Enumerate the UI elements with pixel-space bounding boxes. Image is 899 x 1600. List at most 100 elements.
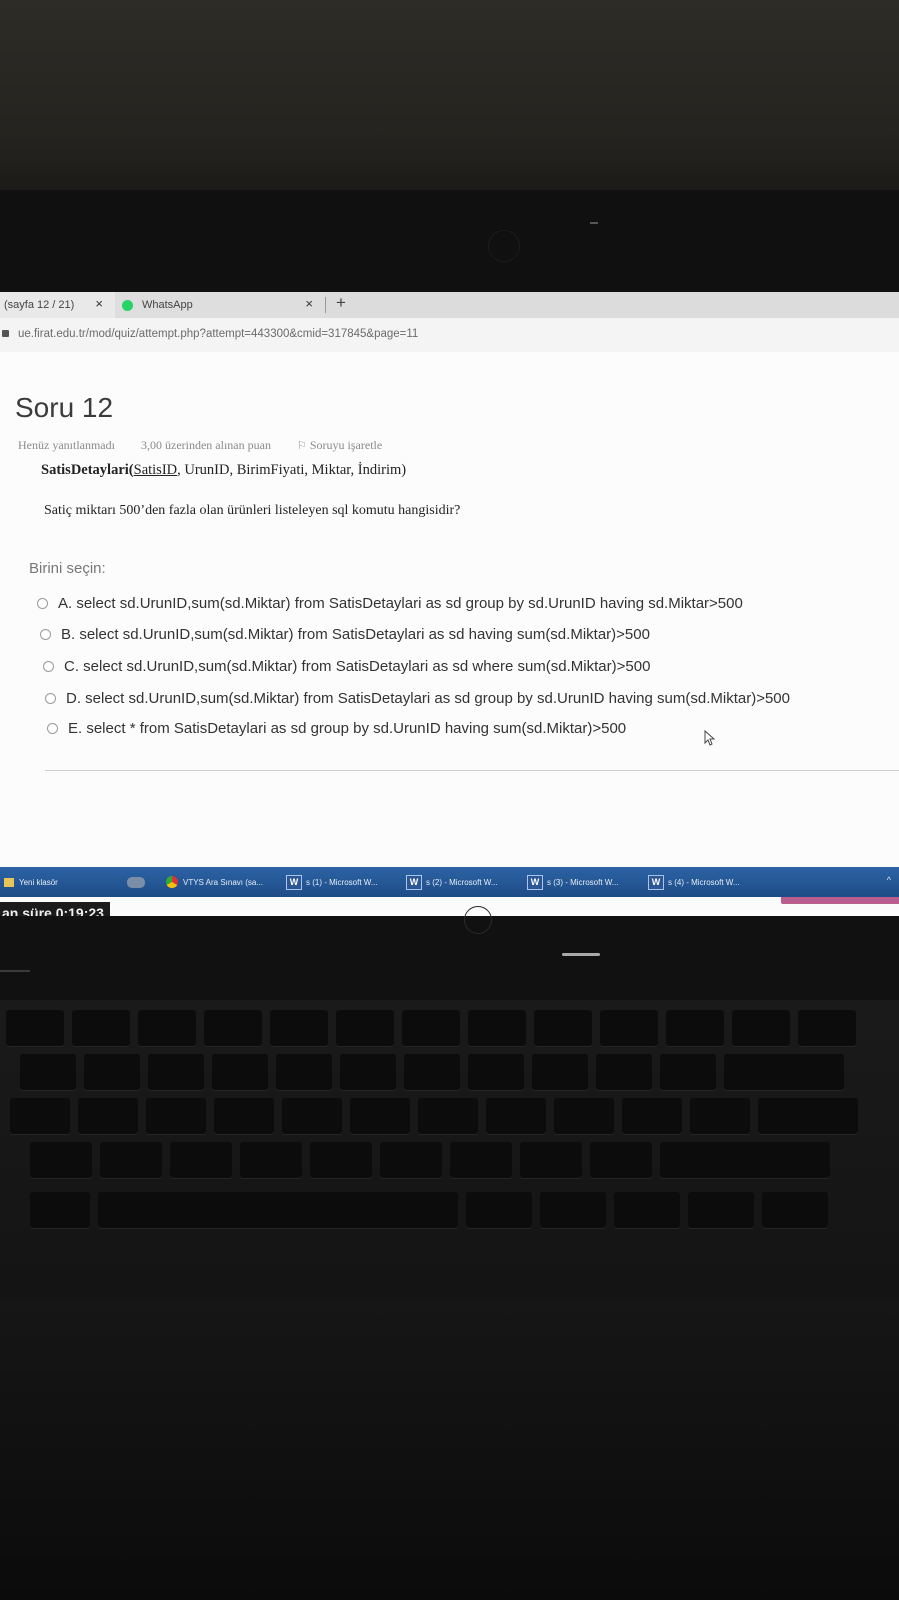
hinge-highlight xyxy=(562,953,600,956)
key xyxy=(554,1098,614,1134)
radio-button[interactable] xyxy=(40,629,51,640)
radio-button[interactable] xyxy=(47,723,58,734)
key xyxy=(336,1010,394,1046)
key xyxy=(762,1192,828,1228)
key xyxy=(596,1054,652,1090)
windows-taskbar: Yeni klasör VTYS Ara Sınavı (sa... W s (… xyxy=(0,867,899,897)
taskbar-item-chrome[interactable]: VTYS Ara Sınavı (sa... xyxy=(166,873,263,891)
laptop-top-bezel xyxy=(0,190,899,298)
key xyxy=(534,1010,592,1046)
option-label: D. select sd.UrunID,sum(sd.Miktar) from … xyxy=(66,690,790,707)
laptop-lower-bezel xyxy=(0,916,899,1000)
word-icon: W xyxy=(286,874,302,890)
key xyxy=(20,1054,76,1090)
taskbar-item-word-3[interactable]: W s (3) - Microsoft W... xyxy=(527,873,619,891)
key xyxy=(340,1054,396,1090)
key xyxy=(540,1192,606,1228)
key xyxy=(72,1010,130,1046)
table-schema: SatisDetaylari(SatisID, UrunID, BirimFiy… xyxy=(41,462,406,479)
system-tray[interactable]: ^ xyxy=(887,875,891,885)
key xyxy=(10,1098,70,1134)
keyboard-row xyxy=(20,1054,844,1090)
key xyxy=(798,1010,856,1046)
app-icon xyxy=(127,876,145,888)
key xyxy=(350,1098,410,1134)
close-icon[interactable]: × xyxy=(95,296,103,311)
taskbar-label: s (3) - Microsoft W... xyxy=(547,877,619,887)
radio-button[interactable] xyxy=(45,693,56,704)
key xyxy=(450,1142,512,1178)
key xyxy=(30,1192,90,1228)
flag-question-link[interactable]: ⚐ Soruyu işaretle xyxy=(297,438,382,453)
key xyxy=(78,1098,138,1134)
key xyxy=(270,1010,328,1046)
flag-label: Soruyu işaretle xyxy=(309,438,383,452)
keyboard-row xyxy=(6,1010,856,1046)
tab-whatsapp[interactable]: WhatsApp × xyxy=(115,292,325,318)
option-b[interactable]: B. select sd.UrunID,sum(sd.Miktar) from … xyxy=(40,626,650,643)
lock-icon xyxy=(2,330,9,337)
key xyxy=(240,1142,302,1178)
key xyxy=(204,1010,262,1046)
option-label: E. select * from SatisDetaylari as sd gr… xyxy=(68,720,627,737)
key xyxy=(590,1142,652,1178)
answer-status: Henüz yanıtlanmadı xyxy=(18,438,115,452)
option-d[interactable]: D. select sd.UrunID,sum(sd.Miktar) from … xyxy=(45,690,790,707)
taskbar-label: s (1) - Microsoft W... xyxy=(306,877,378,887)
key xyxy=(170,1142,232,1178)
key xyxy=(402,1010,460,1046)
schema-columns: , UrunID, BirimFiyati, Miktar, İndirim) xyxy=(177,462,407,478)
key xyxy=(666,1010,724,1046)
new-tab-button[interactable]: + xyxy=(336,293,346,313)
hinge-edge xyxy=(0,970,30,972)
key xyxy=(622,1098,682,1134)
address-bar[interactable]: ue.firat.edu.tr/mod/quiz/attempt.php?att… xyxy=(0,318,899,353)
key xyxy=(660,1142,830,1178)
quiz-page: Soru 12 Henüz yanıtlanmadı 3,00 üzerinde… xyxy=(0,352,899,916)
tray-up-arrow-icon[interactable]: ^ xyxy=(887,875,891,885)
taskbar-item-word-1[interactable]: W s (1) - Microsoft W... xyxy=(286,873,378,891)
option-e[interactable]: E. select * from SatisDetaylari as sd gr… xyxy=(47,720,626,737)
option-label: A. select sd.UrunID,sum(sd.Miktar) from … xyxy=(58,595,743,612)
key xyxy=(486,1098,546,1134)
key xyxy=(404,1054,460,1090)
taskbar-label: s (4) - Microsoft W... xyxy=(668,877,740,887)
key xyxy=(84,1054,140,1090)
question-text: Satiç miktarı 500’den fazla olan ürünler… xyxy=(44,503,461,518)
key xyxy=(468,1010,526,1046)
option-a[interactable]: A. select sd.UrunID,sum(sd.Miktar) from … xyxy=(37,595,743,612)
keyboard-row xyxy=(10,1098,858,1134)
close-icon[interactable]: × xyxy=(305,296,313,311)
key xyxy=(6,1010,64,1046)
key xyxy=(146,1098,206,1134)
radio-button[interactable] xyxy=(43,661,54,672)
key xyxy=(138,1010,196,1046)
folder-icon xyxy=(4,877,14,887)
key xyxy=(418,1098,478,1134)
taskbar-item-app[interactable] xyxy=(127,873,145,891)
key xyxy=(614,1192,680,1228)
option-c[interactable]: C. select sd.UrunID,sum(sd.Miktar) from … xyxy=(43,658,650,675)
question-points: 3,00 üzerinden alınan puan xyxy=(141,438,271,452)
taskbar-item-word-4[interactable]: W s (4) - Microsoft W... xyxy=(648,873,740,891)
key xyxy=(100,1142,162,1178)
flag-icon: ⚐ xyxy=(297,440,307,452)
whatsapp-icon xyxy=(122,299,133,311)
key xyxy=(758,1098,858,1134)
tab-quiz[interactable]: (sayfa 12 / 21) × xyxy=(0,292,115,318)
key xyxy=(660,1054,716,1090)
key xyxy=(310,1142,372,1178)
url-text[interactable]: ue.firat.edu.tr/mod/quiz/attempt.php?att… xyxy=(18,328,418,340)
key xyxy=(532,1054,588,1090)
key xyxy=(380,1142,442,1178)
taskbar-label: s (2) - Microsoft W... xyxy=(426,877,498,887)
browser-tab-bar: (sayfa 12 / 21) × WhatsApp × + xyxy=(0,292,899,318)
taskbar-item-word-2[interactable]: W s (2) - Microsoft W... xyxy=(406,873,498,891)
key xyxy=(30,1142,92,1178)
radio-button[interactable] xyxy=(37,598,48,609)
key xyxy=(212,1054,268,1090)
webcam xyxy=(488,230,520,262)
taskbar-item-folder[interactable]: Yeni klasör xyxy=(4,873,58,891)
spacebar-key xyxy=(98,1192,458,1228)
key xyxy=(276,1054,332,1090)
